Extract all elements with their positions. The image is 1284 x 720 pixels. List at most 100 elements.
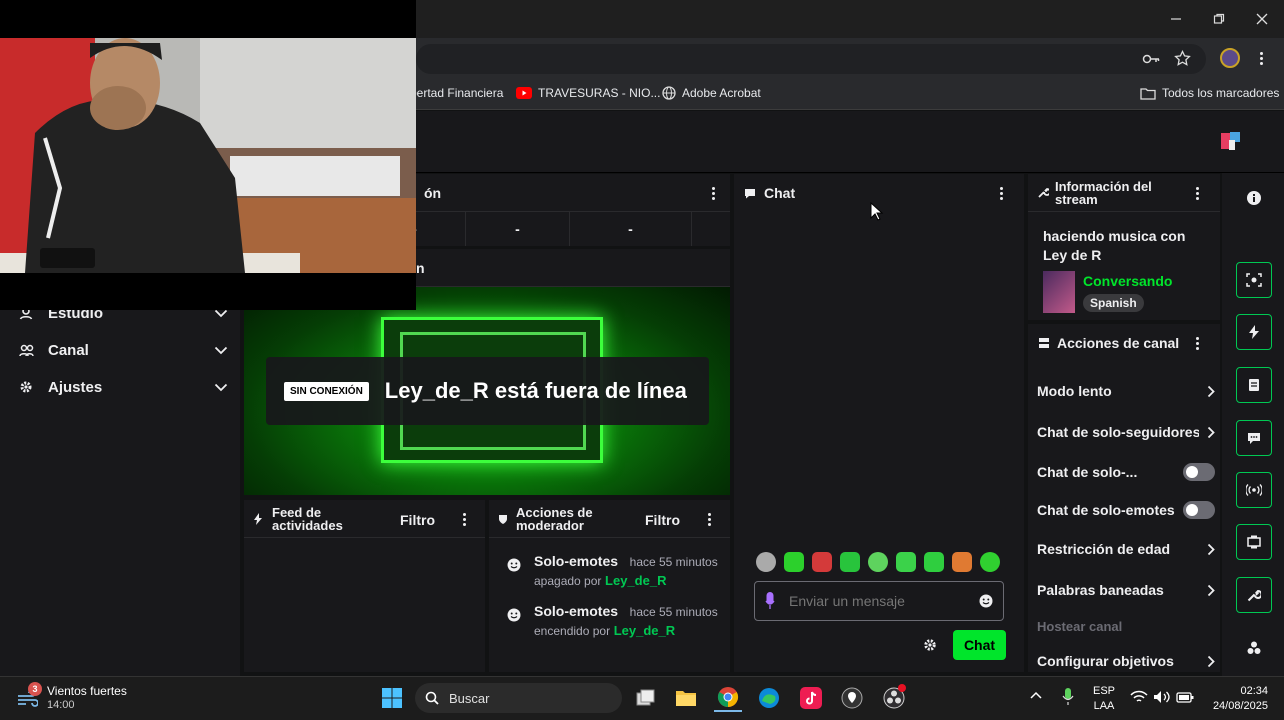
nav-item-ajustes[interactable]: Ajustes: [18, 375, 228, 399]
add-action-icon[interactable]: [1246, 640, 1262, 656]
subscribers-only-row[interactable]: Chat de solo-...: [1037, 461, 1215, 483]
activity-filter-button[interactable]: Filtro: [400, 512, 435, 528]
restore-button[interactable]: [1207, 8, 1231, 30]
row-label: Chat de solo-emotes: [1037, 502, 1175, 518]
panel-title: ón: [424, 184, 442, 201]
tools-button[interactable]: [1236, 577, 1272, 613]
wifi-icon[interactable]: [1130, 690, 1148, 704]
volume-icon[interactable]: [1153, 690, 1171, 704]
emote[interactable]: [952, 552, 972, 572]
mod-filter-button[interactable]: Filtro: [645, 512, 680, 528]
mod-log-entry: Solo-emotes hace 55 minutos encendido po…: [507, 603, 727, 638]
chevron-right-icon: [1207, 385, 1215, 398]
emote[interactable]: [812, 552, 832, 572]
emote[interactable]: [980, 552, 1000, 572]
emote[interactable]: [868, 552, 888, 572]
bookmark-label: Adobe Acrobat: [682, 86, 761, 100]
stat-cell: -: [466, 212, 570, 246]
raid-button[interactable]: [1236, 524, 1272, 560]
taskbar-search[interactable]: Buscar: [415, 683, 622, 713]
user-avatar[interactable]: [1220, 131, 1242, 153]
panel-title: Acciones de moderador: [516, 504, 593, 533]
broadcast-icon: [1246, 484, 1262, 496]
emote[interactable]: [896, 552, 916, 572]
chat-popout-button[interactable]: [1236, 420, 1272, 456]
age-restriction-row[interactable]: Restricción de edad: [1037, 538, 1215, 560]
file-explorer-button[interactable]: [672, 684, 700, 712]
channel-icon: [18, 343, 34, 357]
profile-avatar[interactable]: [1220, 48, 1240, 68]
category-link[interactable]: Conversando: [1083, 273, 1172, 289]
chat-input-box[interactable]: [754, 581, 1004, 621]
start-button[interactable]: [378, 684, 406, 712]
bookmark-item[interactable]: TRAVESURAS - NIO...: [516, 86, 660, 100]
edge-button[interactable]: [755, 684, 783, 712]
username-link[interactable]: Ley_de_R: [614, 623, 675, 638]
configure-goals-row[interactable]: Configurar objetivos: [1037, 650, 1215, 672]
address-field[interactable]: [416, 44, 1206, 74]
battery-icon[interactable]: [1176, 690, 1194, 704]
offline-banner: SIN CONEXIÓN Ley_de_R está fuera de líne…: [266, 357, 709, 425]
stat-value: -: [515, 221, 520, 237]
more-options-icon[interactable]: [463, 513, 467, 528]
close-window-button[interactable]: [1250, 8, 1274, 30]
emote[interactable]: [784, 552, 804, 572]
nav-item-canal[interactable]: Canal: [18, 338, 228, 362]
language-code: ESP: [1092, 685, 1115, 697]
chevron-up-icon[interactable]: [1030, 691, 1042, 699]
task-view-button[interactable]: [632, 684, 660, 712]
more-options-icon[interactable]: [1000, 187, 1004, 202]
panel-title: Chat: [764, 185, 796, 201]
followers-only-row[interactable]: Chat de solo-seguidores: [1037, 421, 1215, 443]
lightning-icon: [1249, 325, 1259, 339]
chrome-button[interactable]: [714, 684, 742, 712]
category-box-art[interactable]: [1043, 271, 1075, 313]
broadcast-button[interactable]: [1236, 472, 1272, 508]
emote[interactable]: [840, 552, 860, 572]
more-options-icon[interactable]: [708, 513, 712, 528]
toggle-switch[interactable]: [1183, 463, 1215, 481]
chat-message-input[interactable]: [789, 593, 979, 609]
emote[interactable]: [756, 552, 776, 572]
minimize-button[interactable]: [1164, 8, 1188, 30]
bookmark-item[interactable]: Adobe Acrobat: [662, 86, 761, 100]
mod-action-name: Solo-emotes: [534, 553, 619, 569]
browser-menu-icon[interactable]: [1260, 52, 1264, 67]
banned-words-row[interactable]: Palabras baneadas: [1037, 579, 1215, 601]
microphone-icon[interactable]: [1062, 688, 1074, 706]
weather-widget[interactable]: 3 Vientos fuertes 14:00: [16, 682, 136, 714]
emote-picker-icon[interactable]: [979, 594, 993, 608]
language-tag[interactable]: Spanish: [1083, 294, 1144, 312]
username-link[interactable]: Ley_de_R: [605, 573, 666, 588]
app-button[interactable]: [838, 684, 866, 712]
more-options-icon[interactable]: [1196, 337, 1200, 352]
slow-mode-row[interactable]: Modo lento: [1037, 380, 1215, 402]
notes-button[interactable]: [1236, 367, 1272, 403]
emote[interactable]: [924, 552, 944, 572]
obs-button[interactable]: [880, 684, 908, 712]
more-options-icon[interactable]: [1196, 187, 1200, 202]
password-key-icon[interactable]: [1142, 51, 1160, 67]
info-icon[interactable]: [1246, 190, 1262, 206]
row-label: Configurar objetivos: [1037, 653, 1174, 669]
ad-button[interactable]: [1236, 314, 1272, 350]
youtube-icon: [516, 87, 532, 99]
chat-send-button[interactable]: Chat: [953, 630, 1006, 660]
toggle-switch[interactable]: [1183, 501, 1215, 519]
row-label: Hostear canal: [1037, 618, 1123, 634]
clip-button[interactable]: [1236, 262, 1272, 298]
microphone-icon[interactable]: [765, 592, 775, 610]
folder-icon: [675, 689, 697, 707]
all-bookmarks-button[interactable]: Todos los marcadores: [1140, 86, 1279, 100]
search-label: Buscar: [449, 690, 490, 706]
chat-settings-icon[interactable]: [923, 638, 937, 652]
smiley-icon: [507, 608, 521, 622]
emote-bar: [756, 552, 1006, 572]
emote-only-row[interactable]: Chat de solo-emotes: [1037, 499, 1215, 521]
more-options-icon[interactable]: [712, 187, 716, 202]
language-indicator[interactable]: ESP LAA: [1092, 684, 1116, 714]
bookmark-star-icon[interactable]: [1174, 50, 1191, 67]
bookmark-item[interactable]: bertad Financiera: [410, 86, 503, 100]
system-clock[interactable]: 02:34 24/08/2025: [1204, 684, 1268, 714]
tiktok-button[interactable]: [797, 684, 825, 712]
